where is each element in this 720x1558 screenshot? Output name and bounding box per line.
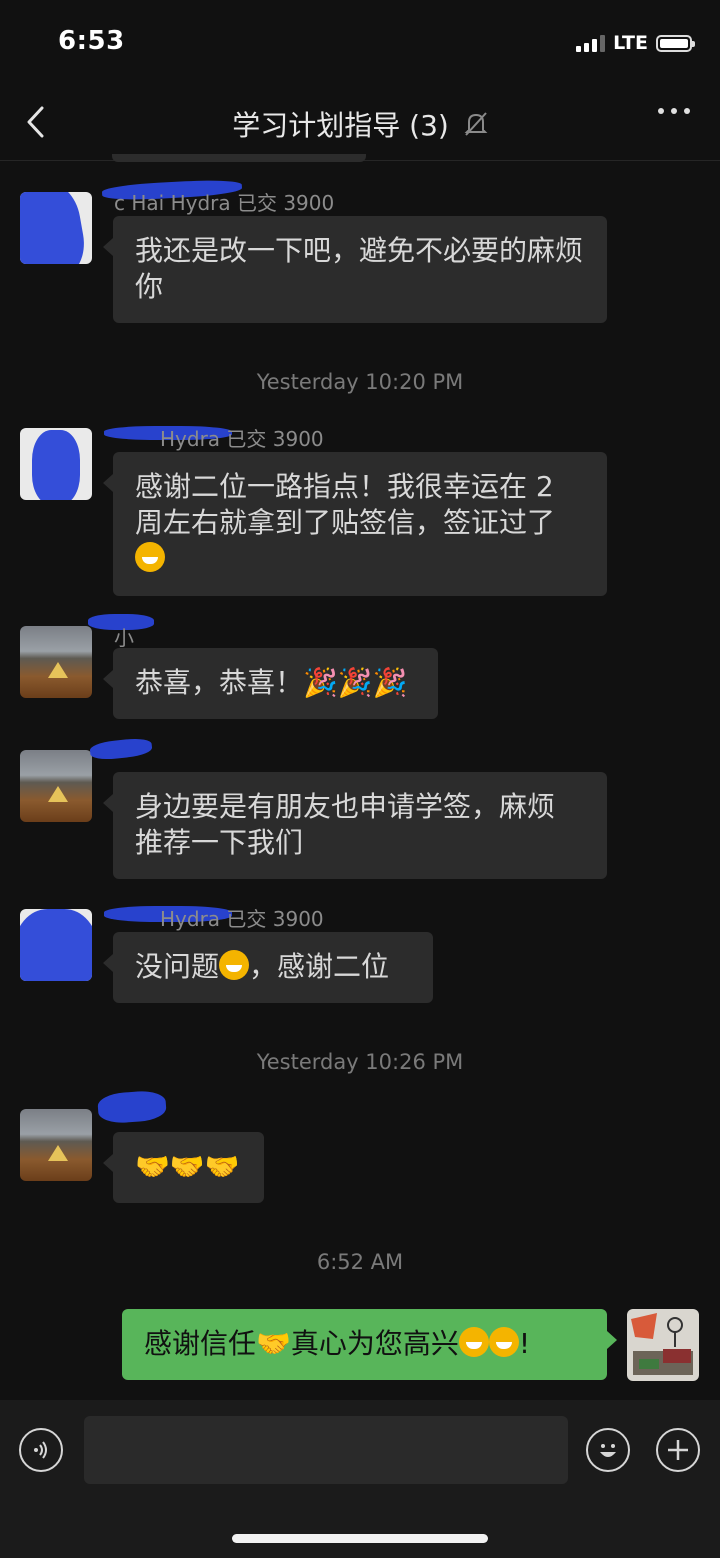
signal-icon [576, 34, 606, 52]
chat-title-text: 学习计划指导 (3) [232, 109, 449, 142]
smile-emoji-icon [458, 1327, 489, 1357]
message-text-line: 推荐一下我们 [135, 826, 304, 859]
avatar[interactable] [20, 626, 92, 698]
message-bubble[interactable]: 没问题 ，感谢二位 [103, 932, 433, 1003]
message-text-line: 身边要是有朋友也申请学签，麻烦 [135, 790, 556, 823]
status-indicators: LTE [576, 30, 695, 56]
grin-emoji-icon [219, 950, 250, 980]
timestamp: Yesterday 10:20 PM [256, 370, 464, 394]
my-avatar[interactable] [627, 1309, 699, 1381]
mute-bell-icon [464, 111, 488, 144]
redaction-scribble [89, 736, 153, 762]
home-indicator[interactable] [232, 1534, 488, 1543]
sender-name: Hydra 已交 3900 [160, 427, 324, 451]
grin-emoji-icon [135, 542, 165, 572]
sender-name: 小 [114, 626, 134, 650]
plus-icon[interactable] [656, 1428, 700, 1472]
previous-bubble-edge [112, 154, 366, 162]
grin-emoji-icon [488, 1327, 519, 1357]
network-label: LTE [613, 32, 648, 54]
timestamp: Yesterday 10:26 PM [256, 1050, 464, 1074]
sender-name: c Hai Hydra 已交 3900 [114, 191, 335, 215]
redaction-scribble [97, 1089, 167, 1125]
party-popper-icon: 🎉🎉🎉 [303, 666, 408, 699]
message-bubble[interactable]: 🤝🤝🤝 [103, 1132, 264, 1203]
sender-name: Hydra 已交 3900 [160, 907, 324, 931]
status-time: 6:53 [58, 26, 125, 56]
handshake-icon: 🤝 [256, 1327, 291, 1360]
message-input[interactable] [84, 1416, 568, 1484]
timestamp: 6:52 AM [316, 1250, 404, 1274]
message-text: 没问题 [135, 950, 220, 983]
avatar[interactable] [20, 428, 92, 500]
message-text: ，感谢二位 [249, 950, 390, 983]
message-text: ! [518, 1327, 531, 1360]
avatar[interactable] [20, 1109, 92, 1181]
handshake-icon: 🤝🤝🤝 [135, 1150, 240, 1183]
message-text: 恭喜，恭喜！ [135, 666, 304, 699]
avatar[interactable] [20, 909, 92, 981]
message-text-line: 周左右就拿到了贴签信，签证过了 [135, 506, 556, 539]
message-bubble[interactable]: 感谢二位一路指点！我很幸运在 2 周左右就拿到了贴签信，签证过了 [103, 452, 607, 596]
emoji-icon[interactable] [586, 1428, 630, 1472]
avatar[interactable] [20, 750, 92, 822]
message-text-line: 感谢二位一路指点！我很幸运在 2 [135, 470, 554, 503]
message-text: 真心为您高兴 [290, 1327, 459, 1360]
my-message-bubble[interactable]: 感谢信任🤝真心为您高兴! [122, 1309, 617, 1380]
message-text: 我还是改一下吧，避免不必要的麻烦你 [135, 234, 584, 303]
voice-icon[interactable] [19, 1428, 63, 1472]
avatar[interactable] [20, 192, 92, 264]
message-text: 感谢信任 [144, 1327, 257, 1360]
message-bubble[interactable]: 我还是改一下吧，避免不必要的麻烦你 [103, 216, 607, 323]
message-bubble[interactable]: 身边要是有朋友也申请学签，麻烦 推荐一下我们 [103, 772, 607, 879]
message-bubble[interactable]: 恭喜，恭喜！🎉🎉🎉 [103, 648, 438, 719]
more-dots-icon[interactable] [658, 108, 690, 114]
battery-icon [656, 34, 695, 52]
chat-title: 学习计划指导 (3) [0, 104, 720, 144]
